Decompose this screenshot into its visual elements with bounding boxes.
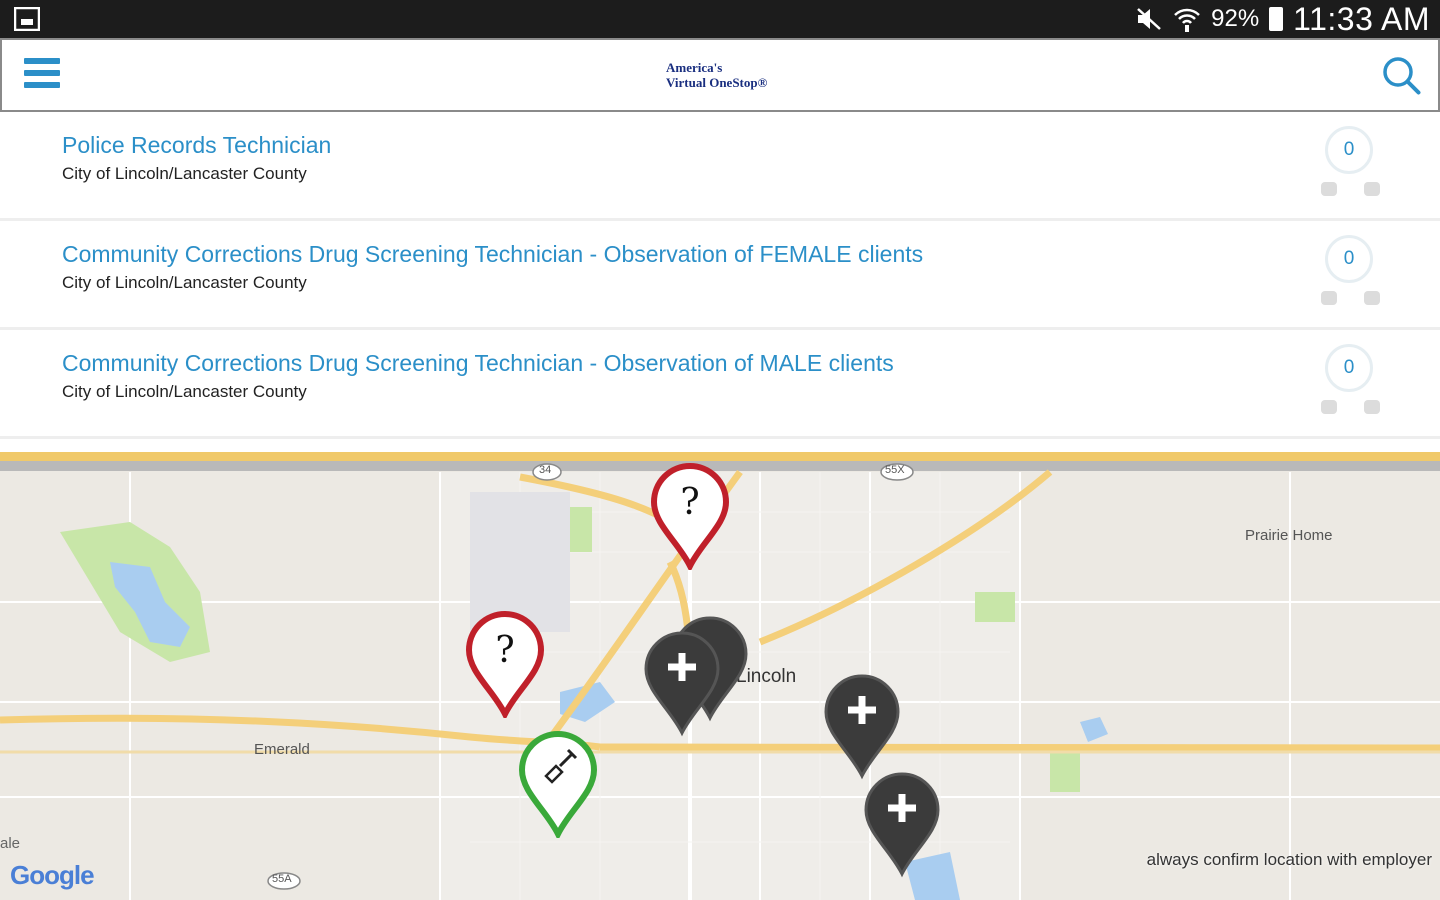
search-icon[interactable]	[1382, 56, 1422, 96]
place-label-prairie-home: Prairie Home	[1245, 527, 1333, 544]
hamburger-menu-icon[interactable]	[24, 58, 60, 94]
svg-text:?: ?	[680, 482, 699, 523]
battery-icon	[1269, 7, 1284, 31]
svg-text:?: ?	[495, 630, 514, 671]
plus-marker-icon[interactable]	[820, 670, 904, 780]
status-dot	[1321, 182, 1337, 196]
mute-icon	[1137, 8, 1161, 30]
place-label-emerald: Emerald	[254, 741, 310, 758]
job-count-badge: 0	[1325, 344, 1373, 392]
route-shield-label: 55A	[272, 873, 292, 885]
screenshot-icon	[14, 7, 40, 31]
app-bar: America's Virtual OneStop®	[0, 38, 1440, 112]
job-title[interactable]: Police Records Technician	[62, 132, 331, 159]
google-logo: Google	[10, 860, 95, 891]
job-count-badge: 0	[1325, 126, 1373, 174]
job-count-badge: 0	[1325, 235, 1373, 283]
map-disclaimer: always confirm location with employer	[1146, 850, 1432, 869]
status-dot	[1321, 291, 1337, 305]
status-bar: 92% 11:33 AM	[0, 0, 1440, 38]
job-employer: City of Lincoln/Lancaster County	[62, 164, 307, 183]
job-employer: City of Lincoln/Lancaster County	[62, 382, 307, 401]
wifi-icon	[1174, 8, 1201, 32]
map-view[interactable]: 34 55X 55A Prairie Home Lincoln Emerald …	[0, 452, 1440, 900]
job-list-item[interactable]: Community Corrections Drug Screening Tec…	[0, 330, 1440, 439]
logo-line-1: America's	[666, 60, 723, 75]
job-list-item[interactable]: Community Corrections Drug Screening Tec…	[0, 221, 1440, 330]
status-dot	[1321, 400, 1337, 414]
job-list-item[interactable]: Police Records Technician City of Lincol…	[0, 112, 1440, 221]
status-dot	[1364, 400, 1380, 414]
job-employer: City of Lincoln/Lancaster County	[62, 273, 307, 292]
logo-line-2: Virtual OneStop	[666, 75, 758, 90]
route-shield-label: 34	[539, 464, 552, 476]
shovel-marker-icon[interactable]	[516, 730, 600, 838]
battery-percent: 92%	[1211, 5, 1260, 32]
status-dot	[1364, 291, 1380, 305]
question-marker-icon[interactable]: ?	[648, 462, 732, 570]
question-marker-icon[interactable]: ?	[463, 610, 547, 718]
plus-marker-icon[interactable]	[640, 627, 724, 737]
plus-marker-icon[interactable]	[860, 768, 944, 878]
route-shield-label: 55X	[885, 464, 905, 476]
job-title[interactable]: Community Corrections Drug Screening Tec…	[62, 241, 923, 268]
logo-registered-mark: ®	[757, 75, 768, 90]
job-list: Police Records Technician City of Lincol…	[0, 112, 1440, 439]
place-label-edge: ale	[0, 835, 21, 852]
status-dot	[1364, 182, 1380, 196]
google-logo-text: Google	[10, 860, 95, 890]
job-title[interactable]: Community Corrections Drug Screening Tec…	[62, 350, 894, 377]
clock: 11:33 AM	[1293, 0, 1430, 37]
app-logo: America's Virtual OneStop®	[666, 60, 767, 90]
